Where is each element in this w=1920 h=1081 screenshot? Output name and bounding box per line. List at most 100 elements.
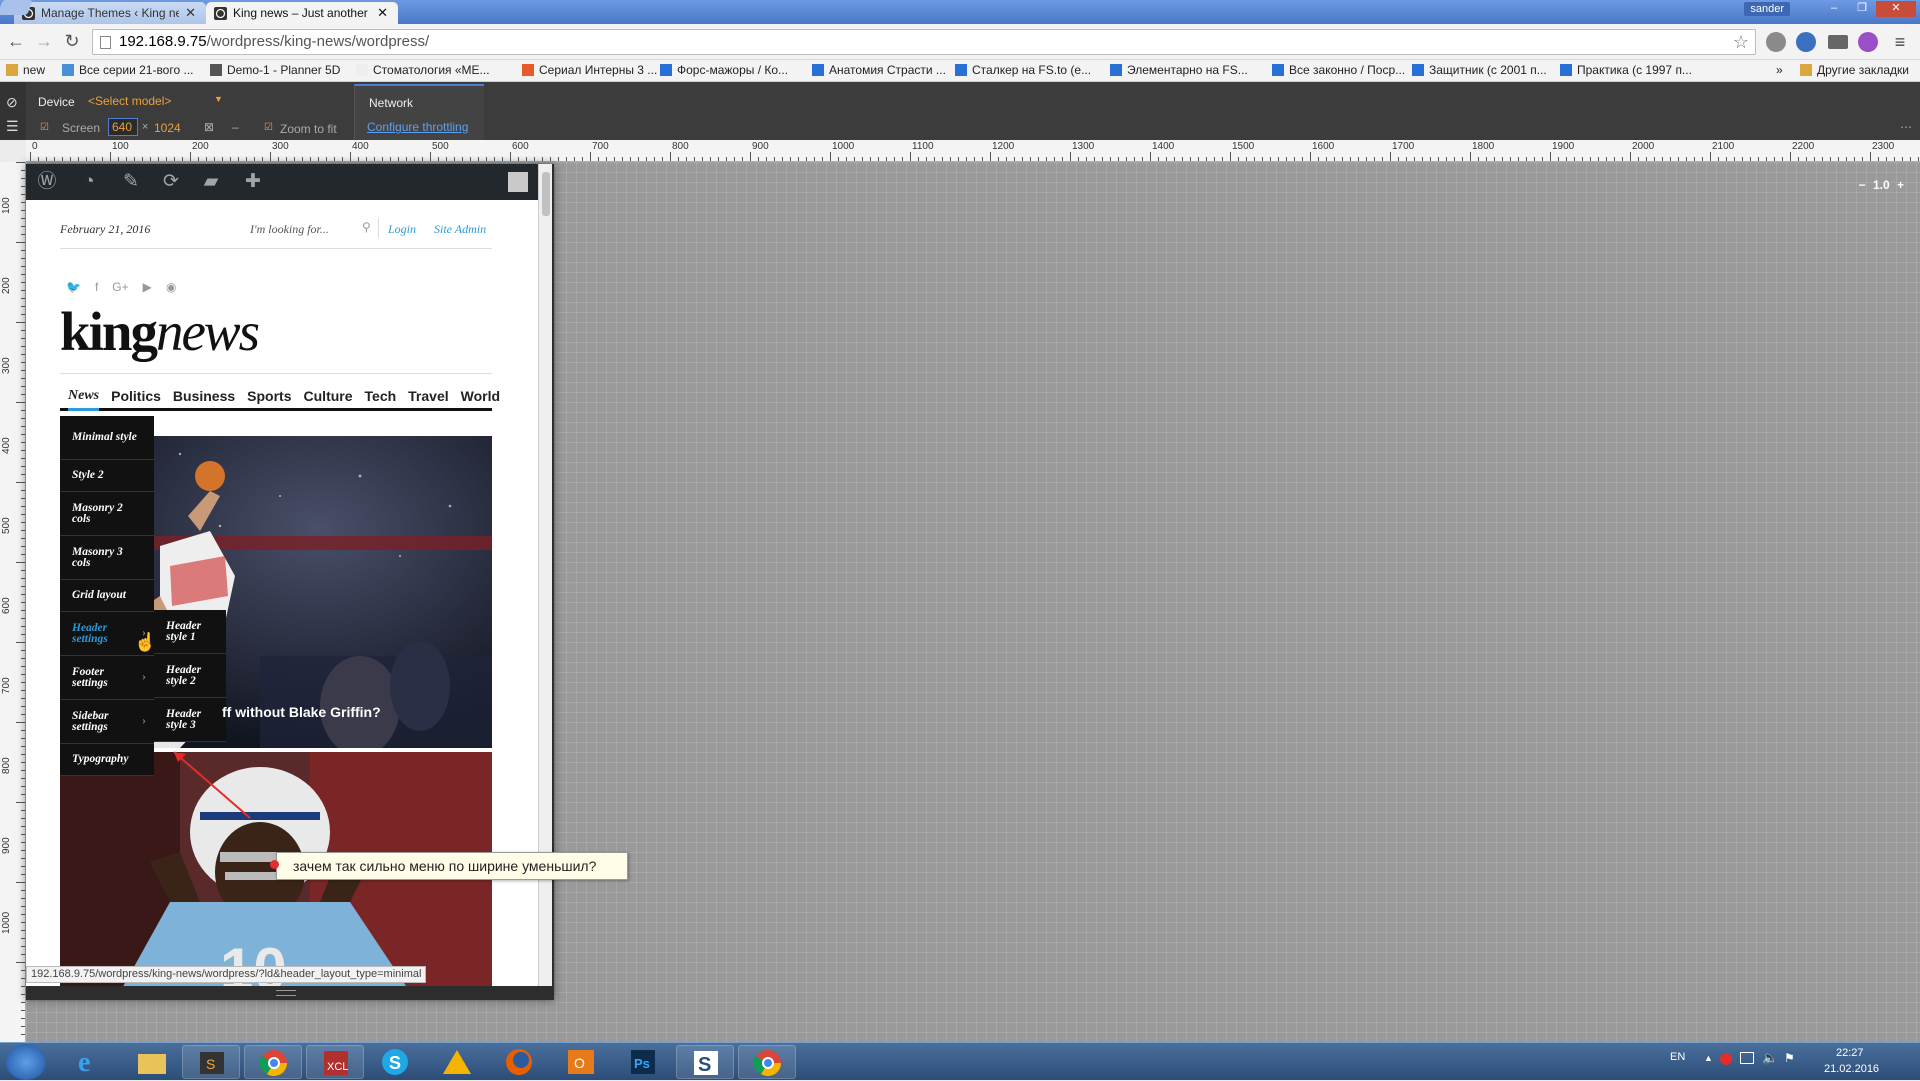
customize-brush-icon[interactable]: ✎: [120, 172, 142, 192]
tab-manage-themes[interactable]: Manage Themes ‹ King ne ✕: [14, 2, 206, 24]
chrome-icon[interactable]: [738, 1045, 796, 1079]
clock-time[interactable]: 22:27: [1836, 1047, 1864, 1059]
show-hidden-icons-icon[interactable]: ▲: [1704, 1053, 1713, 1063]
network-tray-icon[interactable]: [1740, 1052, 1754, 1064]
nav-item-tech[interactable]: Tech: [365, 383, 397, 408]
chrome-icon[interactable]: [244, 1045, 302, 1079]
dropdown-item-grid-layout[interactable]: Grid layout: [60, 580, 154, 612]
device-model-select[interactable]: <Select model>: [88, 94, 218, 108]
internet-explorer-icon[interactable]: e: [60, 1045, 118, 1079]
bookmark-item[interactable]: Форс-мажоры / Ко...: [660, 63, 788, 77]
nav-item-world[interactable]: World: [461, 383, 500, 408]
restore-button[interactable]: ❐: [1848, 1, 1876, 17]
zoom-in-icon[interactable]: +: [1897, 178, 1904, 192]
dropdown-item-footer-settings[interactable]: Footer settings ›: [60, 656, 154, 700]
start-button[interactable]: [6, 1044, 46, 1080]
dropdown-item-minimal-style[interactable]: Minimal style: [60, 416, 154, 460]
user-avatar[interactable]: [508, 172, 528, 192]
bookmark-star-icon[interactable]: ☆: [1733, 30, 1749, 54]
dropdown-item-style-2[interactable]: Style 2: [60, 460, 154, 492]
bookmark-item[interactable]: Защитник (с 2001 п...: [1412, 63, 1547, 77]
scrollbar-thumb[interactable]: [542, 172, 550, 216]
resize-handle-bottom[interactable]: [276, 990, 296, 996]
toggle-drawer-icon[interactable]: ☰: [6, 118, 19, 135]
dropdown-item-sidebar-settings[interactable]: Sidebar settings ›: [60, 700, 154, 744]
login-link[interactable]: Login: [388, 222, 416, 237]
new-tab-button[interactable]: [0, 0, 33, 15]
skype-icon[interactable]: S: [366, 1045, 424, 1079]
submenu-item-header-style-2[interactable]: Header style 2: [154, 654, 226, 698]
address-bar[interactable]: 192.168.9.75/wordpress/king-news/wordpre…: [92, 29, 1756, 55]
facebook-icon[interactable]: f: [95, 280, 98, 294]
bookmark-item[interactable]: Сталкер на FS.to (е...: [955, 63, 1091, 77]
forward-icon[interactable]: →: [34, 32, 54, 52]
zoom-to-fit-checkbox[interactable]: ☑: [264, 122, 273, 133]
reload-icon[interactable]: ↻: [62, 32, 82, 52]
submenu-item-header-style-1[interactable]: Header style 1: [154, 610, 226, 654]
photoshop-icon[interactable]: Ps: [614, 1045, 672, 1079]
bookmark-item[interactable]: Сериал Интерны 3 ...: [522, 63, 657, 77]
mail-icon[interactable]: [1828, 35, 1848, 49]
featured-caption[interactable]: ff without Blake Griffin?: [222, 704, 381, 720]
nav-item-culture[interactable]: Culture: [304, 383, 353, 408]
resize-handle-right[interactable]: [564, 564, 570, 584]
sublime-icon[interactable]: S: [182, 1045, 240, 1079]
zoom-out-icon[interactable]: −: [1859, 178, 1866, 192]
firefox-icon[interactable]: [490, 1045, 548, 1079]
more-bookmarks-icon[interactable]: »: [1776, 63, 1783, 77]
tray-app-icon[interactable]: [1720, 1053, 1732, 1065]
nav-item-business[interactable]: Business: [173, 383, 235, 408]
bookmark-item[interactable]: new: [6, 63, 45, 77]
menu-icon[interactable]: ≡: [1890, 32, 1910, 52]
pen-extension-icon[interactable]: [1858, 32, 1878, 52]
device-pixel-ratio[interactable]: –: [232, 120, 239, 134]
comments-icon[interactable]: ▰: [200, 172, 222, 192]
nav-item-news[interactable]: News: [68, 383, 100, 411]
other-bookmarks-folder[interactable]: Другие закладки: [1800, 63, 1909, 77]
outlook-icon[interactable]: O: [552, 1045, 610, 1079]
bookmark-item[interactable]: Практика (с 1997 п...: [1560, 63, 1692, 77]
drive-icon[interactable]: [428, 1045, 486, 1079]
profile-name[interactable]: sander: [1744, 2, 1790, 16]
youtube-icon[interactable]: ▶: [143, 280, 152, 294]
language-indicator[interactable]: EN: [1670, 1051, 1685, 1063]
site-logo[interactable]: kingnews: [60, 302, 260, 362]
excel-app-icon[interactable]: XCL: [306, 1045, 364, 1079]
minimize-button[interactable]: –: [1820, 1, 1848, 17]
rss-icon[interactable]: ◉: [166, 280, 176, 294]
clock-date[interactable]: 21.02.2016: [1824, 1063, 1879, 1075]
nav-item-travel[interactable]: Travel: [408, 383, 448, 408]
back-icon[interactable]: ←: [6, 32, 26, 52]
close-tab-icon[interactable]: ✕: [185, 5, 196, 21]
bookmark-item[interactable]: Анатомия Страсти ...: [812, 63, 946, 77]
updates-icon[interactable]: ⟳: [160, 172, 182, 192]
close-tab-icon[interactable]: ✕: [377, 5, 388, 21]
screen-checkbox[interactable]: ☑: [40, 122, 49, 133]
site-admin-link[interactable]: Site Admin: [434, 222, 486, 237]
nav-item-politics[interactable]: Politics: [111, 383, 161, 408]
dropdown-item-masonry-3-cols[interactable]: Masonry 3 cols: [60, 536, 154, 580]
google-plus-icon[interactable]: G+: [112, 280, 128, 294]
submenu-item-header-style-3[interactable]: Header style 3: [154, 698, 226, 742]
search-icon[interactable]: ⚲: [362, 220, 371, 235]
screen-width-input[interactable]: 640: [108, 118, 138, 136]
screen-height-input[interactable]: 1024: [154, 121, 181, 135]
search-input[interactable]: I'm looking for...: [250, 222, 329, 237]
tab-king-news[interactable]: King news – Just another V ✕: [206, 2, 398, 24]
bookmark-item[interactable]: Стоматология «МЕ...: [356, 63, 490, 77]
nav-item-sports[interactable]: Sports: [247, 383, 291, 408]
new-content-icon[interactable]: ✚: [242, 172, 264, 192]
extension-icon[interactable]: [1796, 32, 1816, 52]
configure-throttling-link[interactable]: Configure throttling: [367, 120, 468, 134]
s-app-icon[interactable]: S: [676, 1045, 734, 1079]
dropdown-item-masonry-2-cols[interactable]: Masonry 2 cols: [60, 492, 154, 536]
bookmark-item[interactable]: Все серии 21-вого ...: [62, 63, 193, 77]
volume-icon[interactable]: 🔈: [1762, 1050, 1778, 1066]
bookmark-item[interactable]: Demo-1 - Planner 5D: [210, 63, 340, 77]
close-window-button[interactable]: ✕: [1876, 1, 1916, 17]
wordpress-logo-icon[interactable]: Ⓦ: [36, 172, 58, 192]
dashboard-icon[interactable]: ◔: [78, 172, 100, 192]
bookmark-item[interactable]: Элементарно на FS...: [1110, 63, 1248, 77]
file-explorer-icon[interactable]: [122, 1045, 180, 1079]
twitter-icon[interactable]: 🐦: [66, 280, 81, 294]
